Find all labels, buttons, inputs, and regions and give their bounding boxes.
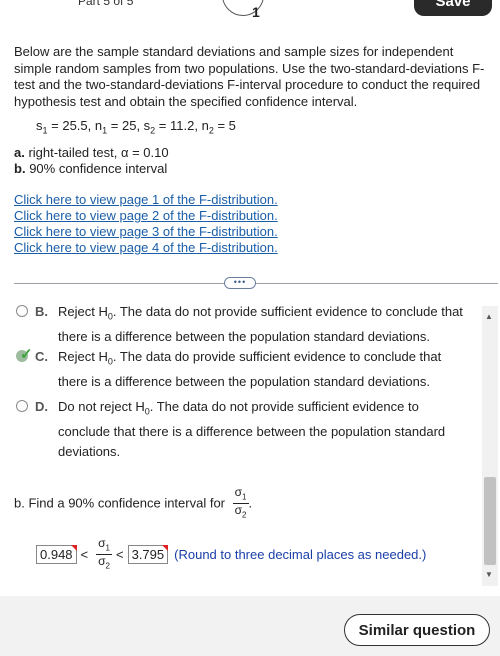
top-bar: Part 5 of 5 1 Save xyxy=(0,0,500,24)
splitter-handle[interactable]: ••• xyxy=(224,277,256,289)
option-b-letter: B. xyxy=(35,304,48,319)
question-panel: Below are the sample standard deviations… xyxy=(0,30,500,270)
given-values: s1 = 25.5, n1 = 25, s2 = 11.2, n2 = 5 xyxy=(36,118,236,136)
option-d-text: Do not reject H0. The data do not provid… xyxy=(58,399,446,459)
n1-value: 25 xyxy=(121,118,137,133)
save-button[interactable]: Save xyxy=(414,0,492,16)
rounding-note: (Round to three decimal places as needed… xyxy=(174,547,427,563)
confidence-interval-row: 0.948 < σ1 σ2 < 3.795 (Round to three dec… xyxy=(36,536,427,573)
scroll-down-icon[interactable]: ▼ xyxy=(485,570,493,579)
question-parts: a. right-tailed test, α = 0.10 b. 90% co… xyxy=(14,145,169,177)
option-d-radio[interactable] xyxy=(16,400,28,412)
option-c-letter: C. xyxy=(35,349,48,364)
part-a-text: right-tailed test, α = 0.10 xyxy=(28,145,169,160)
option-c-text: Reject H0. The data do provide sufficien… xyxy=(58,349,442,389)
incorrect-flag-icon xyxy=(162,545,169,552)
s2-value: 11.2 xyxy=(170,118,195,133)
f-table-link-3[interactable]: Click here to view page 3 of the F-distr… xyxy=(14,224,278,240)
panel-divider xyxy=(14,283,498,284)
less-than-sign: < xyxy=(116,547,124,563)
s1-value: 25.5 xyxy=(62,118,88,133)
similar-question-button[interactable]: Similar question xyxy=(344,614,490,646)
option-b-radio[interactable] xyxy=(16,305,28,317)
sigma-ratio: σ1 σ2 xyxy=(232,485,249,520)
scrollbar-thumb[interactable] xyxy=(484,477,496,565)
incorrect-flag-icon xyxy=(70,545,77,552)
part-a-label: a. xyxy=(14,145,25,160)
f-table-link-1[interactable]: Click here to view page 1 of the F-distr… xyxy=(14,192,278,208)
question-intro: Below are the sample standard deviations… xyxy=(14,44,485,109)
ci-lower-value: 0.948 xyxy=(40,547,73,563)
ci-upper-value: 3.795 xyxy=(131,547,165,563)
f-table-link-2[interactable]: Click here to view page 2 of the F-distr… xyxy=(14,208,278,224)
n2-value: 5 xyxy=(228,118,236,133)
f-distribution-links: Click here to view page 1 of the F-distr… xyxy=(14,192,278,256)
ci-lower-input[interactable]: 0.948 xyxy=(36,545,77,565)
ci-upper-input[interactable]: 3.795 xyxy=(127,545,169,565)
scroll-up-icon[interactable]: ▲ xyxy=(485,312,493,321)
part-b-prompt-text: b. Find a 90% confidence interval for xyxy=(14,495,226,511)
step-number: 1 xyxy=(252,4,260,20)
part-b-prompt: b. Find a 90% confidence interval for σ1… xyxy=(14,485,253,520)
part-b-text: 90% confidence interval xyxy=(29,161,168,176)
part-b-label: b. xyxy=(14,161,26,176)
sigma-ratio-ci: σ1 σ2 xyxy=(96,536,112,571)
f-table-link-4[interactable]: Click here to view page 4 of the F-distr… xyxy=(14,240,278,256)
less-than-sign: < xyxy=(80,547,89,563)
part-label: Part 5 of 5 xyxy=(78,0,134,8)
option-b-text: Reject H0. The data do not provide suffi… xyxy=(58,304,463,344)
correct-check-icon: ✓ xyxy=(20,346,33,363)
option-d-letter: D. xyxy=(35,399,48,414)
